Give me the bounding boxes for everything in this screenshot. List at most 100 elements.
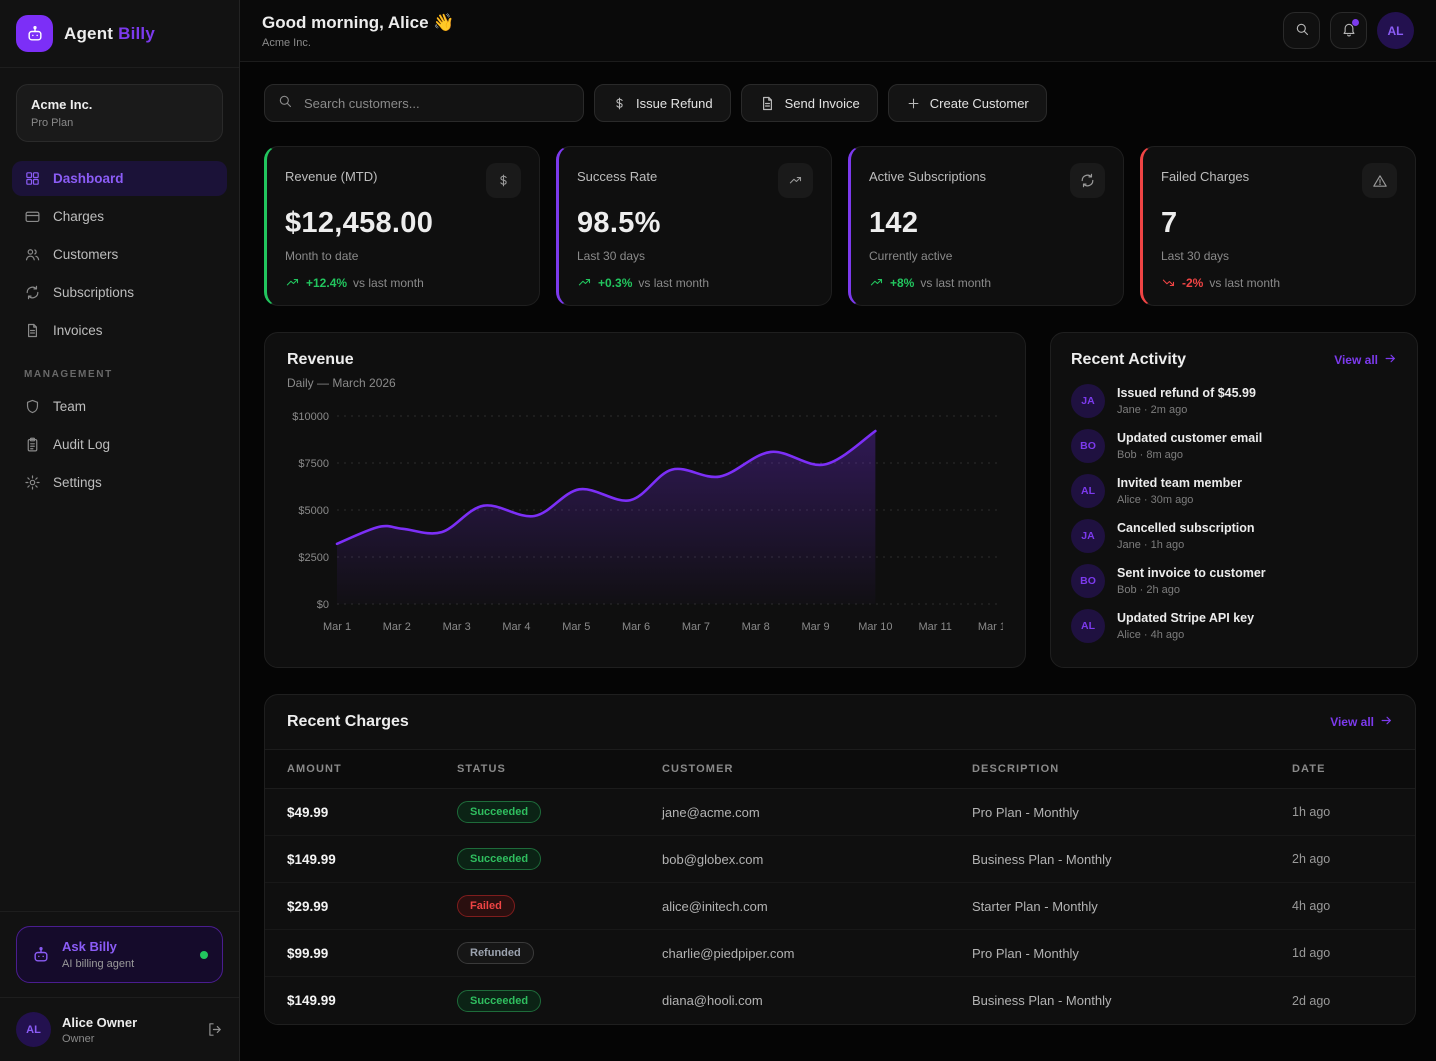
header-avatar[interactable]: AL: [1377, 12, 1414, 49]
sidebar-nav-item[interactable]: Dashboard: [12, 161, 227, 196]
charge-amount: $29.99: [287, 899, 457, 914]
stat-subtitle: Last 30 days: [1161, 249, 1397, 263]
svg-text:$0: $0: [317, 599, 329, 611]
nav-item-icon: [24, 398, 41, 415]
brand-secondary: Billy: [118, 24, 155, 43]
plus-icon: [906, 96, 921, 111]
svg-text:Mar 9: Mar 9: [801, 621, 829, 633]
activity-item[interactable]: BO Updated customer email Bob · 8m ago: [1071, 429, 1397, 463]
activity-item[interactable]: AL Updated Stripe API key Alice · 4h ago: [1071, 609, 1397, 643]
activity-view-all-link[interactable]: View all: [1334, 352, 1397, 368]
stat-delta-value: +12.4%: [306, 276, 347, 290]
dollar-icon: [612, 96, 627, 111]
activity-item[interactable]: BO Sent invoice to customer Bob · 2h ago: [1071, 564, 1397, 598]
stat-icon: [778, 163, 813, 198]
stat-value: $12,458.00: [285, 207, 521, 240]
issue-refund-button[interactable]: Issue Refund: [594, 84, 731, 122]
charge-date: 1h ago: [1292, 805, 1415, 819]
charge-customer: bob@globex.com: [662, 852, 972, 867]
page-header: Good morning, Alice 👋 Acme Inc. AL: [240, 0, 1436, 62]
svg-text:Mar 5: Mar 5: [562, 621, 590, 633]
org-switcher-card[interactable]: Acme Inc. Pro Plan: [16, 84, 223, 142]
sidebar-nav-item[interactable]: Charges: [12, 199, 227, 234]
management-nav: Team Audit Log Settings: [0, 386, 239, 503]
charge-description: Business Plan - Monthly: [972, 993, 1292, 1008]
activity-meta: Jane · 2m ago: [1117, 404, 1256, 416]
charges-view-all-link[interactable]: View all: [1330, 714, 1393, 730]
activity-meta: Jane · 1h ago: [1117, 539, 1255, 551]
ask-billy-card[interactable]: Ask Billy AI billing agent: [16, 926, 223, 983]
stat-value: 7: [1161, 207, 1397, 240]
charge-row[interactable]: $99.99 Refunded charlie@piedpiper.com Pr…: [265, 930, 1415, 977]
create-customer-button[interactable]: Create Customer: [888, 84, 1047, 122]
file-icon: [759, 95, 776, 112]
sidebar-nav-item[interactable]: Audit Log: [12, 427, 227, 462]
customer-search-box[interactable]: [264, 84, 584, 122]
stat-icon: [486, 163, 521, 198]
wave-emoji: 👋: [433, 13, 454, 32]
status-badge: Failed: [457, 895, 515, 917]
robot-logo-icon: [16, 15, 53, 52]
svg-text:Mar 10: Mar 10: [858, 621, 892, 633]
charge-row[interactable]: $49.99 Succeeded jane@acme.com Pro Plan …: [265, 789, 1415, 836]
recent-charges-panel: Recent Charges View all AMOUNT STATUS CU…: [264, 694, 1416, 1025]
stat-value: 98.5%: [577, 207, 813, 240]
robot-icon: [31, 945, 51, 965]
brand-primary: Agent: [64, 24, 113, 43]
sidebar-nav-item[interactable]: Customers: [12, 237, 227, 272]
stat-delta-note: vs last month: [920, 276, 991, 290]
activity-title: Invited team member: [1117, 476, 1242, 490]
charge-row[interactable]: $29.99 Failed alice@initech.com Starter …: [265, 883, 1415, 930]
nav-item-label: Audit Log: [53, 437, 110, 452]
header-search-button[interactable]: [1283, 12, 1320, 49]
send-invoice-button[interactable]: Send Invoice: [741, 84, 878, 122]
activity-item[interactable]: JA Issued refund of $45.99 Jane · 2m ago: [1071, 384, 1397, 418]
stat-icon: [1362, 163, 1397, 198]
charge-row[interactable]: $149.99 Succeeded diana@hooli.com Busine…: [265, 977, 1415, 1024]
stat-card: Active Subscriptions 142 Currently activ…: [848, 146, 1124, 306]
ask-billy-title: Ask Billy: [62, 939, 134, 954]
activity-title: Updated Stripe API key: [1117, 611, 1254, 625]
user-avatar: AL: [16, 1012, 51, 1047]
activity-avatar: JA: [1071, 384, 1105, 418]
sidebar-nav-item[interactable]: Subscriptions: [12, 275, 227, 310]
charge-row[interactable]: $149.99 Succeeded bob@globex.com Busines…: [265, 836, 1415, 883]
charge-amount: $49.99: [287, 805, 457, 820]
toolbar: Issue Refund Send Invoice Create Custome…: [264, 84, 1416, 122]
charge-amount: $149.99: [287, 993, 457, 1008]
activity-item[interactable]: JA Cancelled subscription Jane · 1h ago: [1071, 519, 1397, 553]
sidebar-nav-item[interactable]: Team: [12, 389, 227, 424]
stat-delta-row: -2% vs last month: [1161, 275, 1397, 290]
search-input[interactable]: [302, 95, 571, 112]
charge-date: 2h ago: [1292, 852, 1415, 866]
recent-activity-title: Recent Activity: [1071, 351, 1186, 369]
charge-amount: $99.99: [287, 946, 457, 961]
svg-text:Mar 2: Mar 2: [383, 621, 411, 633]
notifications-button[interactable]: [1330, 12, 1367, 49]
logout-icon[interactable]: [206, 1021, 223, 1038]
sidebar-nav-item[interactable]: Invoices: [12, 313, 227, 348]
arrow-right-icon: [1380, 714, 1393, 730]
stat-delta-value: +8%: [890, 276, 914, 290]
revenue-chart-panel: Revenue Daily — March 2026 $0$2500$5000$…: [264, 332, 1026, 668]
activity-item[interactable]: AL Invited team member Alice · 30m ago: [1071, 474, 1397, 508]
greeting-title: Good morning, Alice 👋: [262, 13, 454, 33]
sidebar-footer: Ask Billy AI billing agent AL Alice Owne…: [0, 911, 239, 1061]
search-icon: [277, 93, 293, 114]
nav-item-icon: [24, 474, 41, 491]
status-badge: Succeeded: [457, 848, 541, 870]
stat-card: Revenue (MTD) $12,458.00 Month to date +…: [264, 146, 540, 306]
col-amount: AMOUNT: [287, 763, 457, 775]
nav-item-label: Customers: [53, 247, 118, 262]
online-status-dot: [200, 951, 208, 959]
nav-item-label: Invoices: [53, 323, 103, 338]
stat-delta-note: vs last month: [1209, 276, 1280, 290]
svg-text:$5000: $5000: [298, 505, 329, 517]
activity-meta: Alice · 30m ago: [1117, 494, 1242, 506]
sidebar-nav-item[interactable]: Settings: [12, 465, 227, 500]
activity-avatar: AL: [1071, 609, 1105, 643]
org-plan: Pro Plan: [31, 117, 208, 129]
col-customer: CUSTOMER: [662, 763, 972, 775]
trend-icon: [869, 275, 884, 290]
activity-title: Updated customer email: [1117, 431, 1262, 445]
